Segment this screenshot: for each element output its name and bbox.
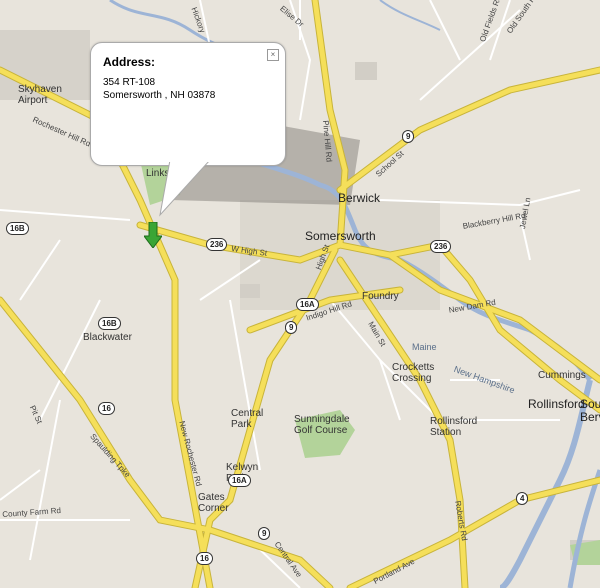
place-label: Central bbox=[231, 408, 264, 419]
place-blackwater[interactable]: Blackwater bbox=[83, 332, 132, 343]
route-shield-16a: 16A bbox=[296, 298, 319, 311]
place-sunningdale-golf-course[interactable]: Sunningdale Golf Course bbox=[294, 414, 350, 436]
address-city: Somersworth , NH 03878 bbox=[103, 90, 216, 101]
location-arrow-icon[interactable] bbox=[144, 222, 162, 248]
place-crocketts-crossing[interactable]: Crocketts Crossing bbox=[392, 362, 434, 384]
place-rollinsford[interactable]: Rollinsford bbox=[528, 397, 585, 411]
address-street: 354 RT-108 bbox=[103, 77, 156, 88]
place-berwick[interactable]: Berwick bbox=[338, 191, 380, 205]
address-info-window[interactable]: × Address: 354 RT-108 Somersworth , NH 0… bbox=[90, 42, 286, 166]
place-label: Golf Course bbox=[294, 425, 348, 436]
place-label: Skyhaven bbox=[18, 84, 62, 95]
place-label: Rollinsford bbox=[430, 416, 478, 427]
route-shield-16b: 16B bbox=[98, 317, 121, 330]
place-label: Corner bbox=[198, 503, 229, 514]
route-shield-16: 16 bbox=[98, 402, 115, 415]
place-label: Airport bbox=[18, 95, 48, 106]
place-label: Crocketts bbox=[392, 362, 435, 373]
place-rollinsford-station[interactable]: Rollinsford Station bbox=[430, 416, 477, 438]
route-shield-16a: 16A bbox=[228, 474, 251, 487]
place-label: Station bbox=[430, 427, 462, 438]
place-foundry[interactable]: Foundry bbox=[362, 291, 399, 302]
route-shield-236: 236 bbox=[206, 238, 228, 251]
close-icon[interactable]: × bbox=[267, 49, 279, 61]
place-label: Sunningdale bbox=[294, 414, 350, 425]
place-gates-corner[interactable]: Gates Corner bbox=[198, 492, 229, 514]
place-somersworth[interactable]: Somersworth bbox=[305, 229, 376, 243]
route-shield-16: 16 bbox=[196, 552, 213, 565]
place-skyhaven-airport[interactable]: Skyhaven Airport bbox=[18, 84, 62, 106]
map-canvas[interactable]: Skyhaven Airport Links Berwick Somerswor… bbox=[0, 0, 600, 588]
place-label: Berv bbox=[580, 410, 600, 424]
place-cummings[interactable]: Cummings bbox=[538, 370, 586, 381]
label-maine: Maine bbox=[412, 342, 437, 352]
place-label: Kelwyn bbox=[226, 462, 259, 473]
route-shield-236: 236 bbox=[430, 240, 452, 253]
place-label: Park bbox=[231, 419, 252, 430]
place-south-berwick[interactable]: Sou Berv bbox=[580, 398, 600, 424]
info-window-title: Address: bbox=[103, 55, 156, 69]
info-window-tail bbox=[159, 160, 212, 217]
place-label: Gates bbox=[198, 492, 225, 503]
place-central-park[interactable]: Central Park bbox=[231, 408, 263, 430]
place-label: Crossing bbox=[392, 373, 432, 384]
route-shield-16b: 16B bbox=[6, 222, 29, 235]
